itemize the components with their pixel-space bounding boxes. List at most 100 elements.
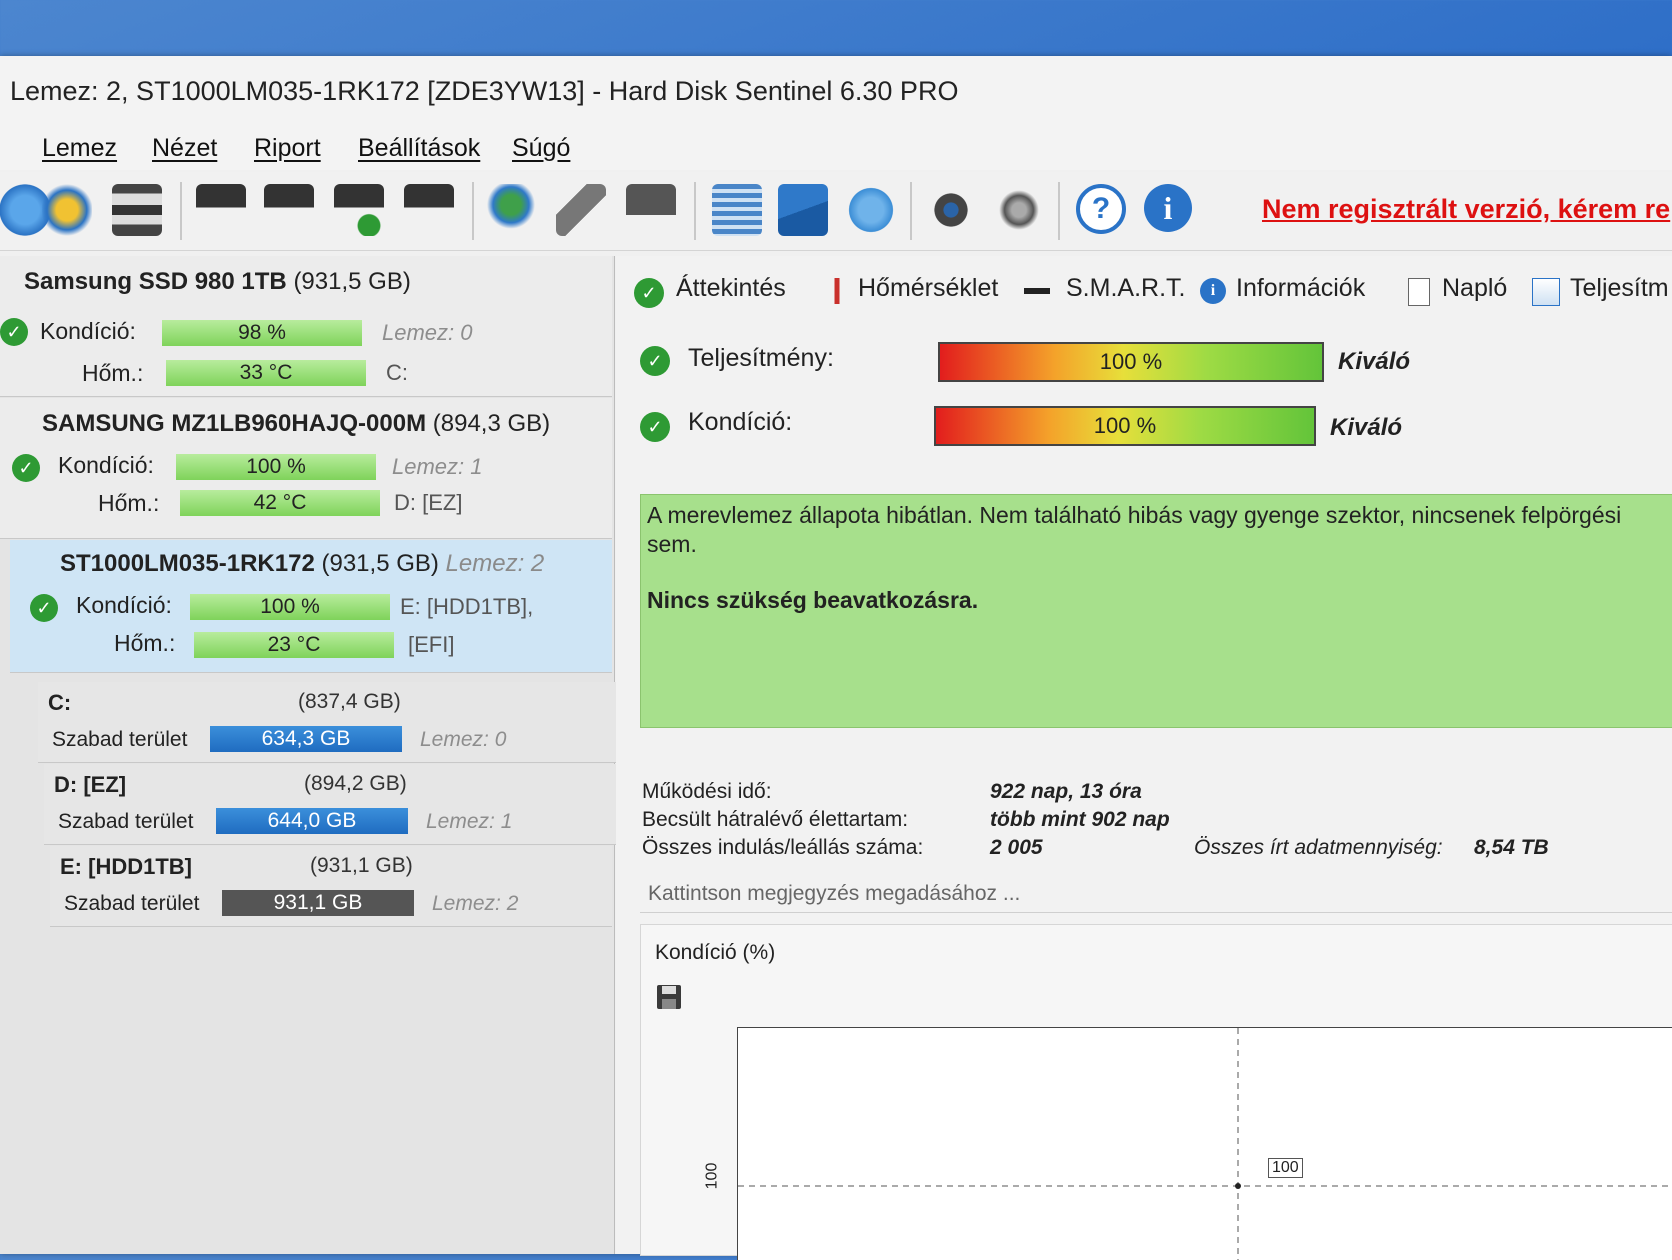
app-window: Lemez: 2, ST1000LM035-1RK172 [ZDE3YW13] … <box>0 56 1672 1260</box>
menu-lemez[interactable]: Lemez <box>42 134 117 163</box>
overview-panel: ✓ Áttekintés Hőmérséklet S.M.A.R.T. i In… <box>616 256 1672 1260</box>
refresh-warning-icon[interactable] <box>42 184 92 236</box>
lifetime-value: több mint 902 nap <box>990 808 1170 831</box>
disk-list-panel: Samsung SSD 980 1TB (931,5 GB) ✓ Kondíci… <box>0 256 624 1254</box>
menu-nezet[interactable]: Nézet <box>152 134 217 163</box>
chart-title: Kondíció (%) <box>655 941 776 964</box>
status-action: Nincs szükség beavatkozásra. <box>647 587 979 613</box>
condition-bar: 98 % <box>162 320 362 346</box>
check-icon: ✓ <box>640 346 670 376</box>
chart-plot-area: 100 <box>737 1027 1672 1260</box>
window-title: Lemez: 2, ST1000LM035-1RK172 [ZDE3YW13] … <box>10 76 959 106</box>
disk-index: Lemez: 2 <box>445 550 545 577</box>
condition-grade: Kiváló <box>1330 414 1403 441</box>
disk-search-icon[interactable] <box>404 184 454 236</box>
disk-item-0[interactable]: Samsung SSD 980 1TB (931,5 GB) ✓ Kondíci… <box>0 256 612 397</box>
tab-teljesitmeny[interactable]: Teljesítm <box>1570 274 1669 303</box>
cloud-icon[interactable] <box>846 184 896 236</box>
unregistered-notice-link[interactable]: Nem regisztrált verzió, kérem re <box>1262 194 1670 225</box>
toolbar-separator <box>1058 182 1060 240</box>
volume-item-d[interactable]: D: [EZ] (894,2 GB) Szabad terület 644,0 … <box>44 764 624 845</box>
written-value: 8,54 TB <box>1474 836 1549 859</box>
performance-grade: Kiváló <box>1338 348 1411 375</box>
save-icon[interactable] <box>655 983 683 1011</box>
volume-size: (837,4 GB) <box>298 690 401 713</box>
tab-smart[interactable]: S.M.A.R.T. <box>1066 274 1185 303</box>
volume-size: (931,1 GB) <box>310 854 413 877</box>
free-space-label: Szabad terület <box>64 892 200 915</box>
disk-name: ST1000LM035-1RK172 <box>60 550 315 577</box>
info-icon: i <box>1200 278 1226 304</box>
drive-letters: E: [HDD1TB], <box>400 594 534 619</box>
disk-index: Lemez: 1 <box>392 454 483 479</box>
disk-index: Lemez: 0 <box>382 320 473 345</box>
disk-size: (931,5 GB) <box>293 268 411 295</box>
menu-sugo[interactable]: Súgó <box>512 134 570 163</box>
mail-icon[interactable] <box>778 184 828 236</box>
toolbar-separator <box>694 182 696 240</box>
network-disk-icon[interactable] <box>486 184 536 236</box>
disk-tools-icon[interactable] <box>196 184 246 236</box>
disk-check-icon[interactable] <box>334 184 384 236</box>
volume-item-c[interactable]: C: (837,4 GB) Szabad terület 634,3 GB Le… <box>38 682 618 763</box>
temp-label: Hőm.: <box>82 360 144 386</box>
thermometer-icon <box>824 278 850 304</box>
tab-homerseklet[interactable]: Hőmérséklet <box>858 274 998 303</box>
disk-size: (894,3 GB) <box>432 410 551 437</box>
help-icon[interactable]: ? <box>1076 184 1126 234</box>
disk-clock-icon[interactable] <box>264 184 314 236</box>
drive-letters: D: [EZ] <box>394 490 463 515</box>
toolbar-separator <box>472 182 474 240</box>
disk-title: ST1000LM035-1RK172 (931,5 GB) Lemez: 2 <box>60 550 544 578</box>
uptime-label: Működési idő: <box>642 780 772 803</box>
title-bar: Lemez: 2, ST1000LM035-1RK172 [ZDE3YW13] … <box>0 56 1672 128</box>
disk-list-icon[interactable] <box>112 184 162 236</box>
temp-bar: 42 °C <box>180 490 380 516</box>
startstop-value: 2 005 <box>990 836 1043 859</box>
free-space-bar: 644,0 GB <box>216 808 408 834</box>
tab-attekintes[interactable]: Áttekintés <box>676 274 786 303</box>
status-message-box: A merevlemez állapota hibátlan. Nem talá… <box>640 494 1672 728</box>
volume-size: (894,2 GB) <box>304 772 407 795</box>
condition-bar: 100 % <box>190 594 390 620</box>
condition-bar: 100 % <box>176 454 376 480</box>
comment-input[interactable]: Kattintson megjegyzés megadásához ... <box>640 876 1672 913</box>
temp-bar: 23 °C <box>194 632 394 658</box>
usb-icon[interactable] <box>626 184 676 236</box>
disk-item-2-selected[interactable]: ST1000LM035-1RK172 (931,5 GB) Lemez: 2 ✓… <box>10 540 612 673</box>
info-icon[interactable]: i <box>1144 184 1192 232</box>
volume-disk: Lemez: 0 <box>420 728 507 751</box>
volume-name: C: <box>48 690 72 715</box>
chart-icon <box>1532 278 1560 306</box>
drive-letters-2: [EFI] <box>408 632 455 657</box>
disk-item-1[interactable]: SAMSUNG MZ1LB960HAJQ-000M (894,3 GB) ✓ K… <box>0 398 612 539</box>
gear-icon[interactable] <box>926 184 976 236</box>
speaker-icon[interactable] <box>994 184 1044 236</box>
volume-disk: Lemez: 1 <box>426 810 513 833</box>
disk-icon <box>1024 288 1050 294</box>
disk-name: SAMSUNG MZ1LB960HAJQ-000M <box>42 410 427 437</box>
log-icon <box>1408 278 1430 306</box>
check-icon: ✓ <box>640 412 670 442</box>
tab-informaciok[interactable]: Információk <box>1236 274 1365 303</box>
toolbar-separator <box>910 182 912 240</box>
volume-item-e[interactable]: E: [HDD1TB] (931,1 GB) Szabad terület 93… <box>50 846 612 927</box>
free-space-label: Szabad terület <box>52 728 188 751</box>
condition-label: Kondíció: <box>58 452 154 478</box>
menu-riport[interactable]: Riport <box>254 134 321 163</box>
check-icon: ✓ <box>0 318 28 346</box>
point-label: 100 <box>1268 1158 1303 1178</box>
tab-naplo[interactable]: Napló <box>1442 274 1507 303</box>
uptime-value: 922 nap, 13 óra <box>990 780 1142 803</box>
data-point <box>1235 1183 1241 1189</box>
temp-label: Hőm.: <box>114 630 176 656</box>
free-space-label: Szabad terület <box>58 810 194 833</box>
satellite-icon[interactable] <box>556 184 606 236</box>
status-text: A merevlemez állapota hibátlan. Nem talá… <box>647 502 1622 557</box>
condition-label: Kondíció: <box>40 318 136 344</box>
disk-name: Samsung SSD 980 1TB <box>24 268 287 295</box>
written-label: Összes írt adatmennyiség: <box>1194 836 1443 859</box>
report-icon[interactable] <box>712 184 762 236</box>
menu-beallitasok[interactable]: Beállítások <box>358 134 480 163</box>
performance-bar: 100 % <box>938 342 1324 382</box>
